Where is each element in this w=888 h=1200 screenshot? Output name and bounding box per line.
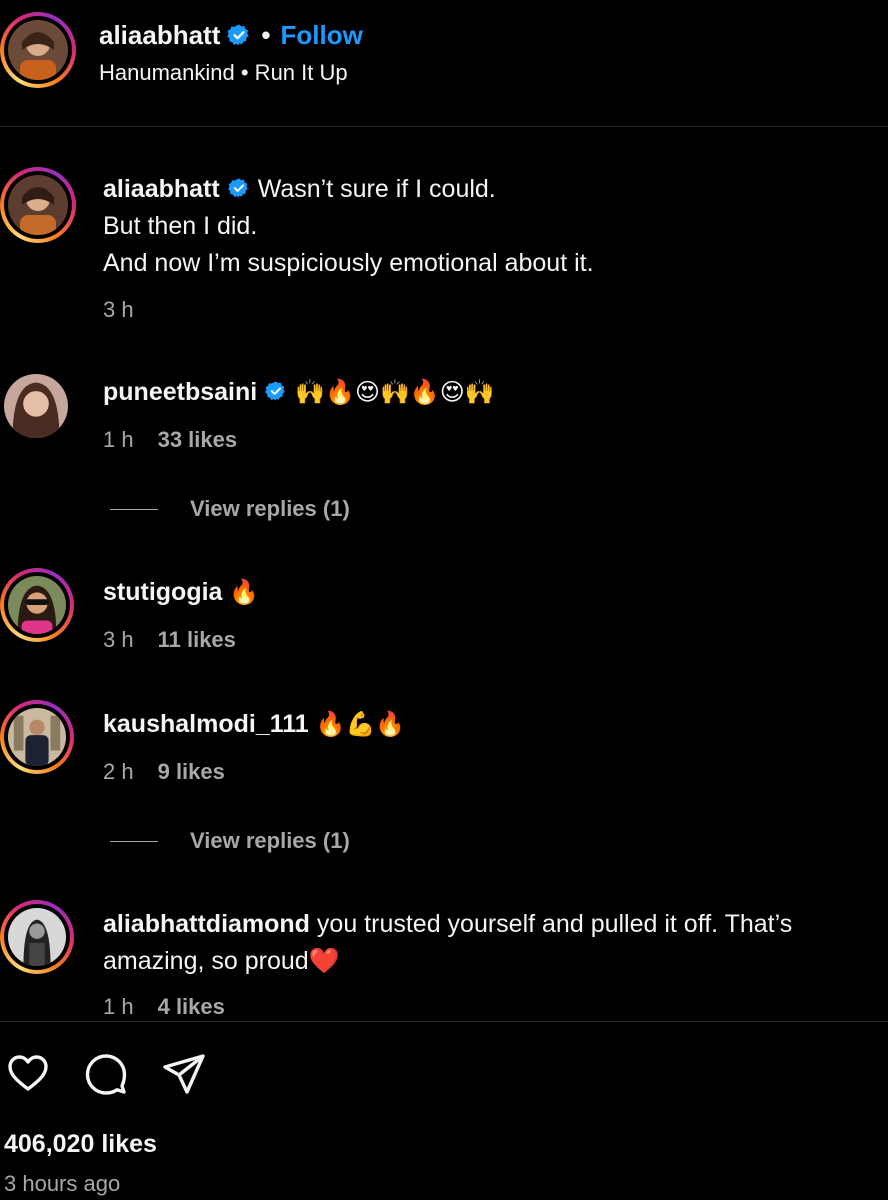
comment-text: aliabhattdiamond you trusted yourself an… <box>103 906 873 980</box>
header-title-row: aliaabhatt • Follow <box>99 18 363 52</box>
avatar[interactable] <box>4 374 68 438</box>
view-replies-button[interactable]: View replies (1) <box>110 828 350 854</box>
comment-username[interactable]: puneetbsaini <box>103 378 257 406</box>
footer-divider <box>0 1021 888 1022</box>
post-header: aliaabhatt • Follow Hanumankind • Run It… <box>0 0 888 127</box>
avatar[interactable] <box>0 900 74 974</box>
avatar[interactable] <box>0 568 74 642</box>
author-avatar[interactable] <box>0 12 76 88</box>
replies-divider <box>110 508 158 510</box>
comment-username[interactable]: kaushalmodi_111 <box>103 710 309 738</box>
author-username[interactable]: aliaabhatt <box>99 20 220 51</box>
verified-badge-icon <box>227 23 251 47</box>
caption-line: But then I did. <box>103 212 258 240</box>
comment-emoji: 🔥💪🔥 <box>315 711 406 738</box>
comment-emoji: 🔥 <box>229 579 260 606</box>
comment-text: kaushalmodi_111 🔥💪🔥 <box>103 706 873 743</box>
avatar[interactable] <box>0 700 74 774</box>
view-replies-button[interactable]: View replies (1) <box>110 496 350 522</box>
comment-meta: 2 h 9 likes <box>103 759 225 785</box>
comment-username[interactable]: aliabhattdiamond <box>103 910 310 938</box>
comment-time: 3 h <box>103 297 134 322</box>
caption-line: Wasn’t sure if I could. <box>257 175 496 203</box>
replies-divider <box>110 840 158 842</box>
comment-time: 1 h <box>103 427 134 452</box>
view-replies-label: View replies (1) <box>190 496 350 521</box>
comment-bubble-icon[interactable] <box>84 1052 128 1096</box>
view-replies-label: View replies (1) <box>190 828 350 853</box>
comment-text: puneetbsaini 🙌🔥😍🙌🔥😍🙌 <box>103 374 873 411</box>
comment-likes[interactable]: 4 likes <box>158 994 225 1020</box>
heart-icon[interactable] <box>6 1052 50 1096</box>
comment-text: aliaabhatt Wasn’t sure if I could. But th… <box>103 171 873 282</box>
separator-dot: • <box>261 19 271 50</box>
post-timestamp: 3 hours ago <box>4 1171 121 1196</box>
follow-button[interactable]: Follow <box>280 20 362 51</box>
comment-meta: 1 h 4 likes <box>103 994 225 1020</box>
verified-badge-icon <box>265 380 287 402</box>
comment-meta: 1 h 33 likes <box>103 427 237 453</box>
caption-line: And now I’m suspiciously emotional about… <box>103 249 594 277</box>
comment-username[interactable]: stutigogia <box>103 578 222 606</box>
paper-plane-icon[interactable] <box>162 1052 206 1096</box>
audio-subtitle[interactable]: Hanumankind • Run It Up <box>99 60 348 86</box>
post-likes-count[interactable]: 406,020 likes <box>4 1130 157 1159</box>
comment-likes[interactable]: 33 likes <box>158 427 238 453</box>
verified-badge-icon <box>227 177 250 199</box>
comment-time: 1 h <box>103 994 134 1019</box>
comment-meta: 3 h <box>103 297 134 323</box>
post-actions <box>6 1052 206 1096</box>
avatar[interactable] <box>0 167 76 243</box>
comment-meta: 3 h 11 likes <box>103 627 236 653</box>
comment-username[interactable]: aliaabhatt <box>103 175 220 203</box>
comment-emoji: 🙌🔥😍🙌🔥😍🙌 <box>295 379 495 406</box>
comment-time: 3 h <box>103 627 134 652</box>
comment-time: 2 h <box>103 759 134 784</box>
comment-likes[interactable]: 11 likes <box>158 627 236 653</box>
comment-text: stutigogia 🔥 <box>103 574 873 611</box>
comment-likes[interactable]: 9 likes <box>158 759 225 785</box>
